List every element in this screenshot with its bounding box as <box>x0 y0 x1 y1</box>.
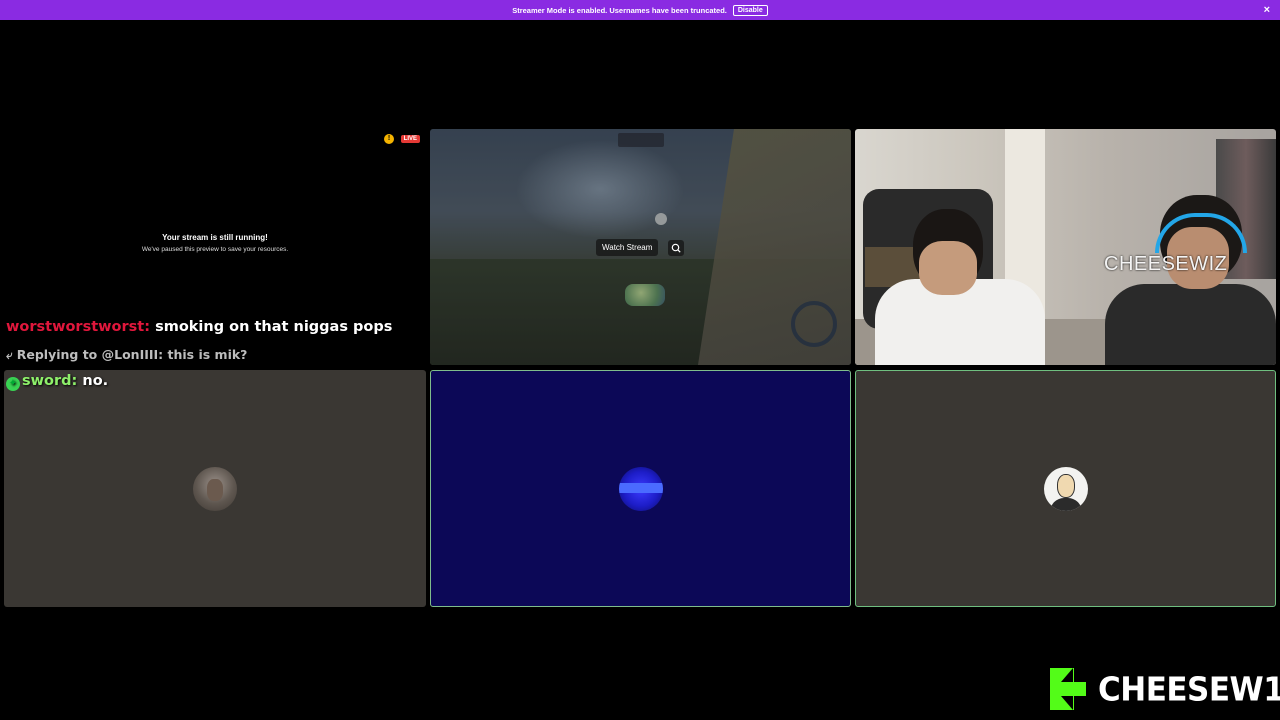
participant-avatar <box>618 466 663 511</box>
person-left-face <box>919 241 977 295</box>
watch-stream-controls: Watch Stream <box>596 239 685 256</box>
verified-badge-icon: ✦ <box>6 377 20 391</box>
participant-tile-speaking[interactable] <box>855 370 1276 607</box>
chat-text: no. <box>82 373 109 389</box>
close-icon[interactable]: × <box>1264 3 1270 17</box>
chat-username: sword: <box>22 373 78 389</box>
streamer-mode-message: Streamer Mode is enabled. Usernames have… <box>512 5 727 15</box>
chat-message: ✦ sword: no. <box>6 373 108 391</box>
participant-tile[interactable] <box>4 370 426 607</box>
webcam-tile[interactable]: CHEESEWIZ <box>855 129 1276 365</box>
chat-reply-context: ⤶ Replying to @LonIIII: this is mik? <box>6 347 247 363</box>
watch-stream-button[interactable]: Watch Stream <box>596 239 659 256</box>
disable-streamer-mode-button[interactable]: Disable <box>732 4 768 16</box>
warning-icon: ! <box>384 134 394 144</box>
paused-notice: Your stream is still running! We've paus… <box>4 233 426 253</box>
chat-message: worstworstworst: smoking on that niggas … <box>6 319 392 335</box>
streamer-mode-banner: Streamer Mode is enabled. Usernames have… <box>0 0 1280 20</box>
reply-icon: ⤶ <box>6 348 13 362</box>
participant-tile-speaking[interactable] <box>430 370 851 607</box>
person-right-body <box>1105 284 1276 365</box>
kick-logo-icon <box>1050 668 1086 710</box>
app-root: Streamer Mode is enabled. Usernames have… <box>0 0 1280 720</box>
channel-name: CHEESEW1Z <box>1098 671 1280 709</box>
screen-share-tile[interactable]: Watch Stream <box>430 129 851 365</box>
reply-text: Replying to @LonIIII: this is mik? <box>16 347 248 362</box>
live-badge: LIVE <box>400 135 420 143</box>
participant-avatar <box>193 466 237 511</box>
participant-avatar <box>1043 466 1088 511</box>
chat-text: smoking on that niggas pops <box>155 319 393 335</box>
webcam-caption: CHEESEWIZ <box>1104 253 1228 275</box>
paused-title: Your stream is still running! <box>162 233 268 242</box>
chat-username: worstworstworst: <box>6 319 151 335</box>
paused-subtitle: We've paused this preview to save your r… <box>141 246 289 253</box>
zoom-icon[interactable] <box>668 239 685 256</box>
